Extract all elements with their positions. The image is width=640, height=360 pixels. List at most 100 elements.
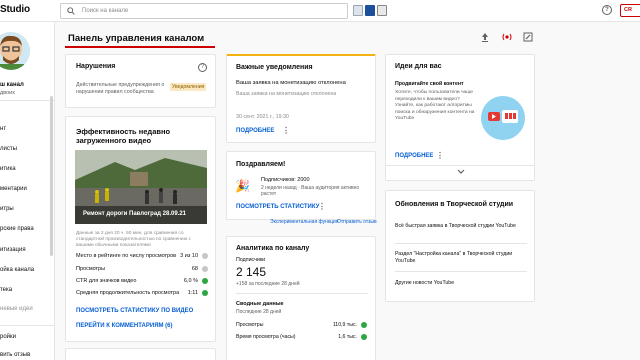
party-icon: 🎉: [235, 179, 250, 193]
updates-title: Обновления в Творческой студии: [395, 201, 514, 208]
experimental-feature-label[interactable]: Экспериментальная функция: [270, 219, 338, 226]
search-icon: [67, 7, 75, 15]
window-icon[interactable]: [353, 5, 363, 16]
video-analytics-link[interactable]: ПОСМОТРЕТЬ СТАТИСТИКУ ПО ВИДЕО: [76, 308, 193, 314]
send-feedback-link[interactable]: Отправить отзыв: [337, 219, 377, 226]
search-placeholder: Поиск на канале: [82, 8, 129, 14]
violations-card: Нарушения ? Действительные предупреждени…: [65, 54, 216, 108]
divider: [395, 271, 527, 272]
sidebar-item-feedback[interactable]: вить отзыв: [0, 352, 30, 360]
live-icon[interactable]: [501, 31, 513, 43]
create-button[interactable]: CR: [620, 4, 640, 17]
notification-date: 30 сент. 2021 г., 19:30: [236, 114, 289, 120]
avatar-illustration: [0, 32, 30, 70]
edit-icon[interactable]: [522, 31, 534, 43]
sidebar: ш канал двоих нт листы итика ментарии ит…: [0, 22, 55, 360]
stat-duration-value: 1:11: [187, 290, 198, 296]
stat-ctr-value: 6,0 %: [183, 278, 198, 284]
stat-indicator: [361, 334, 367, 340]
channel-subtitle: двоих: [0, 90, 15, 96]
ideas-more-link[interactable]: ПОДРОБНЕЕ: [395, 153, 433, 159]
stat-views-label: Просмотры: [76, 266, 106, 272]
tab-icon[interactable]: [377, 5, 387, 16]
sidebar-item-analytics[interactable]: итика: [0, 166, 16, 176]
promo-illustration: [481, 96, 525, 140]
updates-card: Обновления в Творческой студии Всё быстр…: [385, 190, 535, 302]
ideas-body: Хотите, чтобы пользователи чаще переходи…: [395, 90, 475, 121]
thumbnail-caption: Ремонт дороги Павлоград 28.09.21: [83, 211, 187, 217]
sidebar-item-copyright[interactable]: рские права: [0, 226, 34, 236]
stat-rank-value: 3 из 10: [180, 253, 198, 259]
analytics-card: Аналитика по каналу Подписчики 2 145 +15…: [226, 236, 376, 360]
sidebar-item-settings[interactable]: ройки: [0, 334, 16, 344]
sidebar-item-ideas[interactable]: невые идеи: [0, 306, 33, 316]
stat-indicator: [202, 278, 208, 284]
update-item[interactable]: Всё быстрая заявка в Творческой студии Y…: [395, 223, 520, 230]
stat-views-value: 68: [191, 266, 198, 272]
video-thumbnail[interactable]: Ремонт дороги Павлоград 28.09.21: [75, 150, 207, 224]
update-item[interactable]: Раздел "Настройка канала" в Творческой с…: [395, 251, 520, 265]
recent-video-card: Эффективность недавно загруженного видео…: [65, 116, 216, 342]
congrats-title: Поздравляем!: [236, 161, 286, 168]
more-options-icon[interactable]: ⋮: [282, 126, 290, 135]
summary-subtitle: Последние 28 дней: [236, 309, 282, 315]
analytics-subs-label: Подписчики: [236, 257, 266, 263]
top-bar: Studio Поиск на канале ? CR: [0, 0, 640, 22]
ideas-title: Идеи для вас: [395, 63, 442, 70]
violations-text: Действительные предупреждения о нарушени…: [76, 82, 165, 95]
sidebar-item-customization[interactable]: ойка канала: [0, 267, 34, 277]
page-title: Панель управления каналом: [68, 33, 205, 44]
congrats-subtext: 2 недели назад · Ваша аудитория активно …: [261, 185, 360, 197]
analytics-title: Аналитика по каналу: [236, 245, 310, 252]
search-box[interactable]: Поиск на канале: [60, 3, 348, 19]
upload-icon[interactable]: [479, 31, 491, 43]
help-icon[interactable]: ?: [198, 63, 207, 72]
channel-name: ш канал: [0, 82, 24, 88]
title-underline: [65, 46, 215, 48]
more-options-icon[interactable]: ⋮: [318, 202, 326, 211]
analytics-subs-delta: +158 за последние 28 дней: [236, 281, 300, 287]
video-comments-link[interactable]: ПЕРЕЙТИ К КОММЕНТАРИЯМ (6): [76, 323, 173, 329]
sidebar-item-comments[interactable]: ментарии: [0, 186, 27, 196]
update-item[interactable]: Другие новости YouTube: [395, 280, 520, 287]
sidebar-item-content[interactable]: нт: [0, 126, 6, 136]
sidebar-item-subtitles[interactable]: итры: [0, 206, 14, 216]
sidebar-divider: [0, 100, 54, 101]
notification-headline[interactable]: Ваша заявка на монетизацию отклонена: [236, 80, 346, 86]
channel-avatar[interactable]: [0, 32, 30, 70]
stat-indicator: [202, 253, 208, 259]
notification-more-link[interactable]: ПОДРОБНЕЕ: [236, 128, 274, 134]
notifications-title: Важные уведомления: [236, 64, 313, 71]
sidebar-item-monetization[interactable]: итизация: [0, 247, 26, 257]
stat-rank-label: Место в рейтинге по числу просмотров: [76, 253, 177, 259]
more-options-icon[interactable]: ⋮: [436, 151, 444, 160]
ideas-heading: Продвигайте свой контент: [395, 81, 464, 87]
studio-logo[interactable]: Studio: [0, 4, 30, 15]
summary-views-label: Просмотры: [236, 322, 264, 328]
sidebar-divider: [0, 325, 54, 326]
summary-watchtime-value: 1,6 тыс.: [338, 334, 357, 340]
analytics-subs-value: 2 145: [236, 265, 267, 279]
sidebar-item-playlists[interactable]: листы: [0, 146, 17, 156]
notifications-card: Важные уведомления Ваша заявка на монети…: [226, 54, 376, 143]
notification-body: Ваша заявка на монетизацию отклонена: [236, 91, 337, 97]
divider: [395, 243, 527, 244]
sidebar-scrollbar[interactable]: [50, 96, 53, 256]
help-icon[interactable]: ?: [602, 5, 612, 15]
ideas-card: Идеи для вас Продвигайте свой контент Хо…: [385, 54, 535, 181]
summary-views-value: 110,9 тыс.: [332, 322, 357, 328]
pinned-app-icon[interactable]: [365, 5, 375, 16]
stat-indicator: [361, 322, 367, 328]
recent-video-note: Данные за 2 дня 20 ч. 50 мин. для сравне…: [76, 231, 191, 248]
congrats-subscribers: Подписчиков: 2000: [261, 177, 310, 183]
stat-duration-label: Средняя продолжительность просмотра: [76, 290, 180, 296]
stat-indicator: [202, 266, 208, 272]
sidebar-item-audio-library[interactable]: тека: [0, 287, 12, 297]
chevron-down-icon[interactable]: [457, 169, 465, 175]
stat-indicator: [202, 290, 208, 296]
congrats-card: Поздравляем! 🎉 Подписчиков: 2000 2 недел…: [226, 151, 376, 220]
violations-title: Нарушения: [76, 63, 116, 70]
violations-badge: Уведомления: [170, 83, 207, 91]
summary-title: Сводные данные: [236, 301, 284, 307]
congrats-stats-link[interactable]: ПОСМОТРЕТЬ СТАТИСТИКУ: [236, 204, 319, 210]
